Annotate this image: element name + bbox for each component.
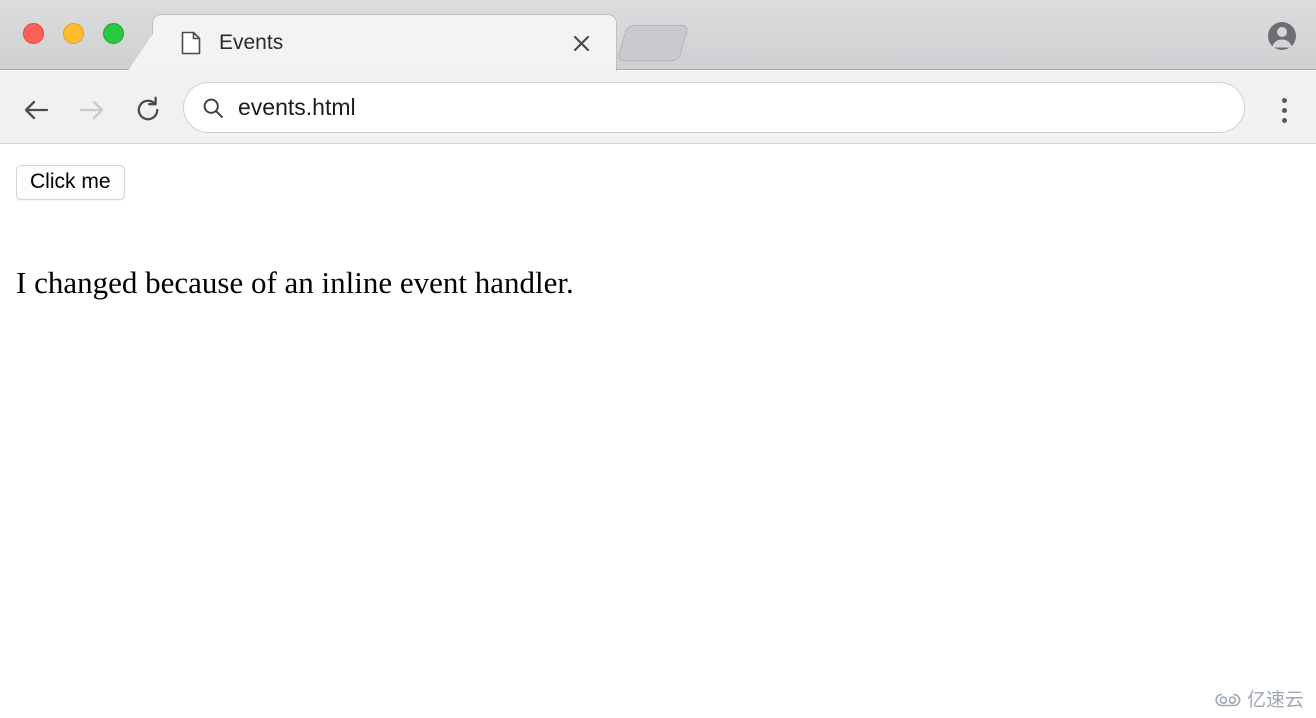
browser-tab-events[interactable]: Events <box>127 14 617 72</box>
click-me-button[interactable]: Click me <box>16 165 125 201</box>
forward-button <box>69 87 115 133</box>
watermark-text: 亿速云 <box>1246 688 1304 711</box>
tab-strip: Events <box>0 0 1316 72</box>
status-paragraph: I changed because of an inline event han… <box>16 265 574 300</box>
window-maximize-button[interactable] <box>103 23 124 44</box>
address-bar[interactable]: events.html <box>183 82 1245 133</box>
user-avatar-icon <box>1268 22 1296 50</box>
tab-close-icon[interactable] <box>568 30 594 56</box>
cloud-logo-icon <box>1215 693 1241 707</box>
tab-title: Events <box>219 31 284 54</box>
browser-window: Events events.html Click me I changed be… <box>0 0 1316 718</box>
avatar[interactable] <box>1264 18 1300 54</box>
three-dots-vertical-icon-dot3 <box>1281 117 1287 123</box>
reload-icon <box>137 96 159 121</box>
window-minimize-button[interactable] <box>63 23 84 44</box>
page-document-icon <box>181 31 201 55</box>
new-tab-button[interactable] <box>616 25 690 61</box>
three-dots-vertical-icon-dot2 <box>1281 107 1287 113</box>
three-dots-vertical-icon <box>1281 97 1287 103</box>
back-button[interactable] <box>13 87 59 133</box>
browser-menu-button[interactable] <box>1265 87 1303 133</box>
reload-button[interactable] <box>125 87 171 133</box>
window-close-button[interactable] <box>23 23 44 44</box>
watermark: 亿速云 <box>1215 690 1304 710</box>
arrow-left-icon <box>24 100 49 120</box>
address-bar-text[interactable]: events.html <box>238 94 1244 121</box>
traffic-light-group <box>23 23 124 44</box>
arrow-right-icon <box>79 100 104 120</box>
search-icon <box>203 98 223 118</box>
close-x-icon <box>573 35 589 51</box>
page-viewport: Click me I changed because of an inline … <box>0 145 1316 718</box>
